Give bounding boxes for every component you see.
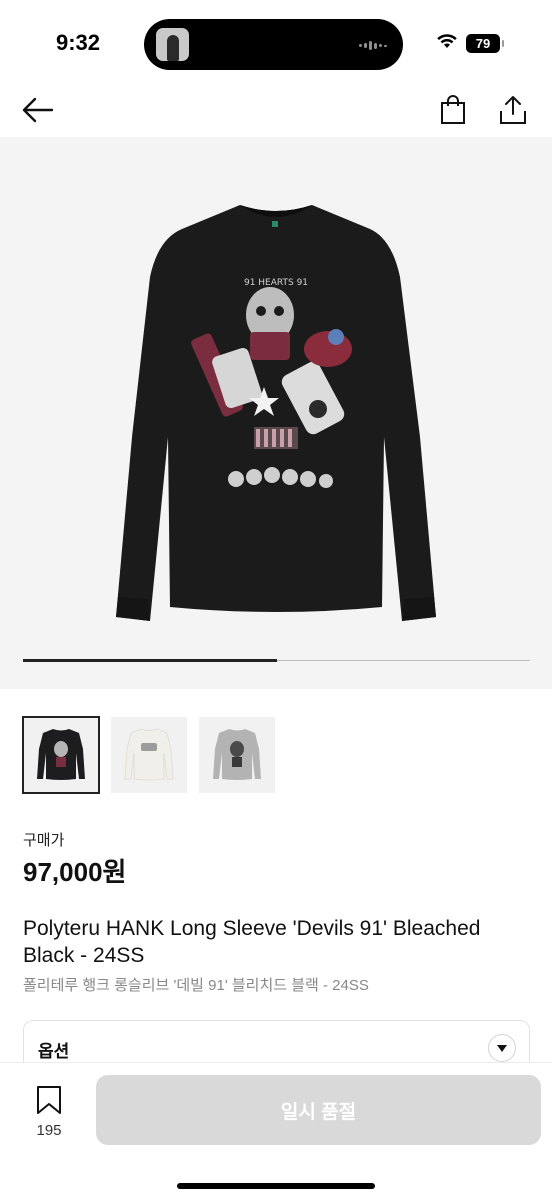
status-icons: 79 — [436, 33, 504, 54]
shopping-bag-icon[interactable] — [435, 92, 471, 128]
status-time: 9:32 — [56, 30, 101, 55]
product-image: 91 HEARTS 91 — [116, 205, 436, 621]
gallery-progress-indicator — [23, 659, 277, 662]
battery-icon: 79 — [466, 34, 504, 53]
price-label: 구매가 — [23, 832, 65, 849]
wishlist-count: 195 — [36, 1122, 62, 1139]
product-title: Polyteru HANK Long Sleeve 'Devils 91' Bl… — [23, 917, 481, 967]
thumbnail-strip — [22, 716, 275, 794]
dynamic-island[interactable] — [144, 19, 403, 70]
price-value: 97,000원 — [23, 857, 127, 887]
wishlist-button[interactable]: 195 — [26, 1085, 72, 1139]
option-label: 옵션 — [38, 1042, 70, 1061]
chevron-down-icon[interactable] — [488, 1034, 516, 1062]
thumbnail-white[interactable] — [111, 717, 187, 793]
thumbnail-black[interactable] — [22, 716, 100, 794]
product-subtitle-korean: 폴리테루 행크 롱슬리브 '데빌 91' 블리치드 블랙 - 24SS — [23, 977, 369, 994]
product-image-gallery[interactable]: 91 HEARTS 91 — [0, 137, 552, 689]
sold-out-button[interactable]: 일시 품절 — [96, 1075, 541, 1145]
bookmark-icon — [37, 1086, 61, 1114]
back-arrow-icon[interactable] — [20, 92, 56, 128]
audio-wave-icon — [359, 41, 387, 50]
status-bar: 9:32 79 — [0, 0, 552, 88]
home-indicator — [177, 1183, 375, 1189]
graphic-text: 91 HEARTS 91 — [244, 278, 308, 288]
top-nav — [0, 88, 552, 134]
share-icon[interactable] — [495, 92, 531, 128]
bottom-action-bar: 195 일시 품절 — [0, 1062, 552, 1200]
thumbnail-gray[interactable] — [199, 717, 275, 793]
now-playing-thumbnail — [156, 28, 189, 61]
wifi-icon — [436, 33, 458, 54]
